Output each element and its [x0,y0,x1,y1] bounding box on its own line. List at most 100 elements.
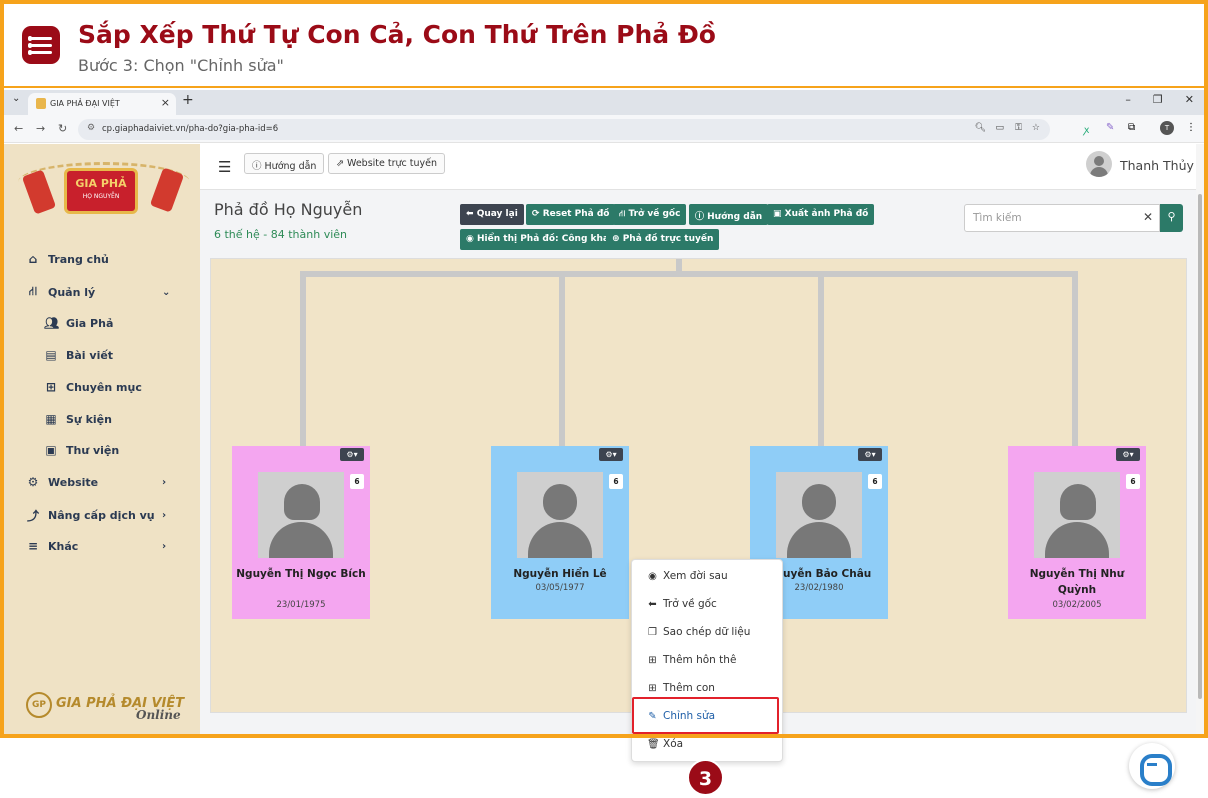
menu-item-label: Thêm con [663,682,715,694]
minimize-icon[interactable]: – [1125,93,1131,106]
pen-extension-icon[interactable]: ✎ [1106,122,1114,133]
forward-icon[interactable]: → [36,122,45,135]
sidebar-item-website[interactable]: ⚙ Website › [26,475,167,489]
password-icon[interactable]: ⚿ [1015,123,1022,133]
guide-button[interactable]: ⓘ Hướng dẫn [244,153,325,174]
sidebar-item-quan-ly[interactable]: ⛙ Quản lý ⌄ [26,284,171,300]
restore-icon[interactable]: ❐ [1153,93,1163,106]
extension-icon[interactable]: ꭗ [1084,122,1089,136]
search-icon: ⚲ [1167,210,1176,223]
menu-add-spouse[interactable]: ⊞ Thêm hôn thê [647,654,736,666]
images-icon: ▣ [45,443,57,457]
top-navbar: ☰ ⓘ Hướng dẫn ⇗ Website trực tuyến Thanh… [200,144,1204,190]
card-settings-icon[interactable]: ⚙▾ [599,448,623,461]
reset-button[interactable]: ⟳ Reset Phả đồ [526,204,616,225]
help-button[interactable]: ⓘ Hướng dẫn [689,204,769,225]
close-tab-icon[interactable]: × [161,96,170,109]
sidebar-item-su-kien[interactable]: ▦ Sự kiện [44,412,112,426]
user-avatar[interactable] [1086,151,1112,177]
footer-logo: GP GIA PHẢ ĐẠI VIỆT Online [26,692,184,722]
female-avatar-icon [1034,472,1120,558]
sidebar-item-thu-vien[interactable]: ▣ Thư viện [44,443,119,457]
sidebar-item-label: Website [48,475,99,489]
copy-icon: ❐ [648,626,657,638]
sidebar-item-label: Nâng cấp dịch vụ [48,509,155,522]
support-chat-icon[interactable] [1129,743,1175,789]
newspaper-icon: ▤ [45,348,57,362]
root-button[interactable]: ⛙ Trở về gốc [613,204,687,225]
tab-list-icon[interactable]: ⌄ [12,93,20,104]
generation-badge: 6 [350,474,364,489]
browser-tab[interactable]: GIA PHẢ ĐẠI VIỆT × [28,93,176,115]
tutorial-title: Sắp Xếp Thứ Tự Con Cả, Con Thứ Trên Phả … [78,20,716,49]
back-button[interactable]: ⬅ Quay lại [460,204,524,225]
site-info-icon[interactable]: ⚙ [87,123,95,133]
sidebar-item-khac[interactable]: ≡ Khác › [26,539,166,553]
reload-icon[interactable]: ↻ [58,122,67,135]
sidebar-item-gia-pha[interactable]: 👥︎ Gia Phả [44,316,113,330]
back-icon[interactable]: ← [14,122,23,135]
url-text: cp.giaphadaiviet.vn/pha-do?gia-pha-id=6 [102,124,279,134]
menu-copy-data[interactable]: ❐ Sao chép dữ liệu [647,626,750,638]
website-online-button[interactable]: ⇗ Website trực tuyến [328,153,446,174]
bars-icon: ≡ [27,539,39,553]
calendar-icon: ▦ [45,412,57,426]
chevron-right-icon: › [162,510,167,521]
close-window-icon[interactable]: ✕ [1185,93,1194,106]
tree-line [300,271,1078,277]
sidebar-item-label: Gia Phả [66,316,114,330]
gear-icon: ⚙ [27,475,39,489]
member-name: Nguyễn Thị Ngọc Bích [236,568,366,580]
search-input[interactable]: Tìm kiếm ✕ [964,204,1160,232]
url-field[interactable]: ⚙ cp.giaphadaiviet.vn/pha-do?gia-pha-id=… [78,119,1050,140]
help-button-label: Hướng dẫn [707,212,763,222]
member-date: 03/05/1977 [535,583,585,593]
zoom-icon[interactable]: 🔍︎ [975,123,986,133]
install-icon[interactable]: ▭ [995,123,1004,133]
card-settings-icon[interactable]: ⚙▾ [858,448,882,461]
profile-avatar[interactable]: T [1160,121,1174,135]
member-card[interactable]: ⚙▾ 6 Nguyễn Thị Ngọc Bích 23/01/1975 [232,446,370,619]
tree-line [818,271,824,446]
highlight-box [632,697,779,734]
clear-search-icon[interactable]: ✕ [1143,210,1153,224]
male-avatar-icon [776,472,862,558]
tree-line [1072,271,1078,446]
search-button[interactable]: ⚲ [1160,204,1183,232]
sidebar-item-label: Sự kiện [66,412,112,426]
member-card[interactable]: ⚙▾ 6 Nguyễn Thị Như Quỳnh 03/02/2005 [1008,446,1146,619]
visibility-button[interactable]: ◉ Hiển thị Phả đồ: Công khai [460,229,619,250]
menu-view-descendants[interactable]: ◉ Xem đời sau [647,570,728,582]
online-tree-button[interactable]: ⊕ Phả đồ trực tuyến [606,229,720,250]
menu-item-label: Trở về gốc [663,598,717,610]
logo-title: GIA PHẢ [75,177,127,190]
sidebar-item-trang-chu[interactable]: ⌂ Trang chủ [26,252,109,266]
export-image-button[interactable]: ▣ Xuất ảnh Phả đồ [767,204,875,225]
sidebar-item-nang-cap[interactable]: ⤴ Nâng cấp dịch vụ › [26,507,166,524]
list-icon [22,26,60,64]
browser-menu-icon[interactable]: ⋮ [1186,122,1196,133]
generation-badge: 6 [1126,474,1140,489]
family-tree-canvas[interactable]: ⚙▾ 6 Nguyễn Thị Ngọc Bích 23/01/1975 ⚙▾ … [210,258,1187,796]
menu-add-child[interactable]: ⊞ Thêm con [647,682,715,694]
scrollbar[interactable] [1196,144,1204,734]
new-tab-icon[interactable]: + [182,92,194,108]
family-logo[interactable]: GIA PHẢ HỌ NGUYỄN [18,152,190,222]
extensions-icon[interactable]: ⧉ [1128,122,1135,133]
user-name[interactable]: Thanh Thủy [1120,158,1194,173]
card-settings-icon[interactable]: ⚙▾ [1116,448,1140,461]
sidebar-item-chuyen-muc[interactable]: ⊞ Chuyên mục [44,380,142,394]
bookmark-star-icon[interactable]: ☆ [1032,123,1040,133]
member-card[interactable]: ⚙▾ 6 Nguyễn Hiển Lê 03/05/1977 [491,446,629,619]
card-settings-icon[interactable]: ⚙▾ [340,448,364,461]
sidebar-item-label: Khác [48,539,79,553]
menu-back-to-root[interactable]: ⬅ Trở về gốc [647,598,717,610]
sidebar-item-bai-viet[interactable]: ▤ Bài viết [44,348,113,362]
female-avatar-icon [258,472,344,558]
sitemap-icon: ⛙ [28,284,38,298]
step-number-badge: 3 [687,759,724,796]
guide-button-label: Hướng dẫn [264,161,317,172]
menu-delete[interactable]: 🗑︎ Xóa [647,738,683,750]
member-name: Nguyễn Hiển Lê [513,568,607,580]
hamburger-icon[interactable]: ☰ [218,158,231,176]
